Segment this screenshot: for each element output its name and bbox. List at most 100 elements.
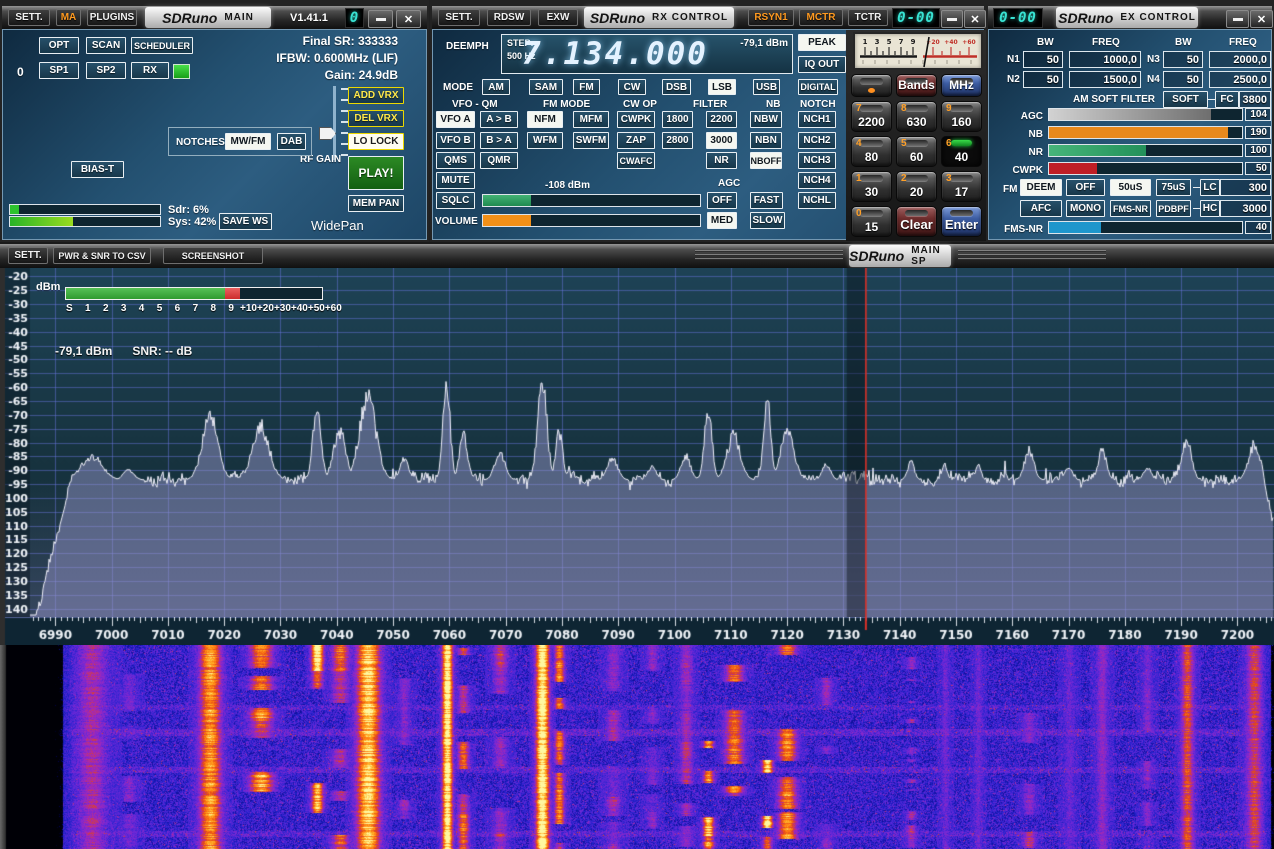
soft-button[interactable]: SOFT (1163, 91, 1208, 108)
vfo-b-button[interactable]: VFO B (436, 132, 475, 149)
frequency-display[interactable]: STEP: 500 Hz 7.134.000 -79,1 dBm (501, 34, 793, 74)
mode-usb-button[interactable]: USB (753, 79, 780, 95)
wfm-button[interactable]: WFM (527, 132, 563, 149)
nch2-button[interactable]: NCH2 (798, 132, 836, 149)
rx-titlebar[interactable]: SETT. RDSW EXW SDRuno RX CONTROL RSYN1 M… (432, 6, 984, 29)
keypad-8-key[interactable]: 8630 (896, 101, 937, 132)
n4-bw-input[interactable]: 50 (1163, 71, 1203, 88)
sp1-button[interactable]: SP1 (39, 62, 79, 79)
rx-sett-button[interactable]: SETT. (438, 9, 480, 26)
nfm-button[interactable]: NFM (527, 111, 563, 128)
cwpk-slider[interactable] (1048, 162, 1243, 175)
keypad-4-key[interactable]: 480 (851, 136, 892, 167)
iq-out-button[interactable]: IQ OUT (798, 56, 846, 73)
deem-button[interactable]: DEEM (1020, 179, 1062, 196)
main-close-button[interactable]: ✕ (396, 10, 421, 28)
rx-minimize-button[interactable] (941, 10, 963, 28)
mfm-button[interactable]: MFM (573, 111, 609, 128)
nch1-button[interactable]: NCH1 (798, 111, 836, 128)
filter-2200-button[interactable]: 2200 (706, 111, 737, 128)
waterfall-canvas[interactable] (0, 645, 1274, 849)
mem-pan-button[interactable]: MEM PAN (348, 195, 404, 212)
n3-bw-input[interactable]: 50 (1163, 51, 1203, 68)
swfm-button[interactable]: SWFM (573, 132, 609, 149)
ex-titlebar[interactable]: 0-00 SDRuno EX CONTROL ✕ (988, 6, 1272, 29)
filter-2800-button[interactable]: 2800 (662, 132, 693, 149)
fm-off-button[interactable]: OFF (1066, 179, 1105, 196)
fms-nr-slider[interactable] (1048, 221, 1243, 234)
sp-sett-button[interactable]: SETT. (8, 247, 48, 264)
hc-button[interactable]: HC (1200, 200, 1220, 217)
scheduler-button[interactable]: SCHEDULER (131, 37, 193, 54)
spectrum-canvas[interactable] (0, 268, 1274, 617)
rdsw-button[interactable]: RDSW (487, 9, 531, 26)
ma-button[interactable]: MA (56, 9, 81, 26)
keypad-clear-key[interactable]: Clear (896, 206, 937, 237)
n2-freq-input[interactable]: 1500,0 (1069, 71, 1141, 88)
main-title-plate[interactable]: SDRuno MAIN (145, 7, 271, 28)
nb-slider[interactable] (1048, 126, 1243, 139)
vfo-a-button[interactable]: VFO A (436, 111, 475, 128)
mctr-button[interactable]: MCTR (799, 9, 843, 26)
agc-off-button[interactable]: OFF (707, 192, 737, 209)
agc-slider[interactable] (1048, 108, 1243, 121)
add-vrx-button[interactable]: ADD VRX (348, 87, 404, 104)
deemph-75us-button[interactable]: 75uS (1156, 179, 1191, 196)
sqlc-button[interactable]: SQLC (436, 192, 475, 209)
sp2-button[interactable]: SP2 (86, 62, 126, 79)
deemph-50us-button[interactable]: 50uS (1110, 179, 1151, 196)
mw-fm-notch-button[interactable]: MW/FM (225, 133, 271, 150)
keypad-enter-key[interactable]: Enter (941, 206, 982, 237)
scan-button[interactable]: SCAN (86, 37, 126, 54)
n2-bw-input[interactable]: 50 (1023, 71, 1063, 88)
save-ws-button[interactable]: SAVE WS (219, 213, 272, 230)
nch3-button[interactable]: NCH3 (798, 152, 836, 169)
right-grip[interactable] (958, 250, 1106, 261)
sp-titlebar[interactable]: SETT. PWR & SNR TO CSV SCREENSHOT SDRuno… (0, 244, 1274, 268)
rx-close-button[interactable]: ✕ (964, 10, 986, 28)
rsyn1-button[interactable]: RSYN1 (748, 9, 794, 26)
agc-med-button[interactable]: MED (707, 212, 737, 229)
qmr-button[interactable]: QMR (480, 152, 518, 169)
rx-title-plate[interactable]: SDRuno RX CONTROL (584, 7, 734, 28)
keypad-decimal-key[interactable] (851, 74, 892, 97)
a-to-b-button[interactable]: A > B (480, 111, 518, 128)
mode-cw-button[interactable]: CW (618, 79, 646, 95)
keypad-1-key[interactable]: 130 (851, 171, 892, 202)
main-titlebar[interactable]: SETT. MA PLUGINS SDRuno MAIN V1.41.1 0 ✕ (2, 6, 427, 29)
keypad-mhz-key[interactable]: MHz (941, 74, 982, 97)
opt-button[interactable]: OPT (39, 37, 79, 54)
pdbpf-button[interactable]: PDBPF (1156, 200, 1191, 217)
ex-close-button[interactable]: ✕ (1250, 10, 1273, 28)
agc-fast-button[interactable]: FAST (750, 192, 783, 209)
volume-slider[interactable] (482, 214, 701, 227)
bias-t-button[interactable]: BIAS-T (71, 161, 124, 178)
nchl-button[interactable]: NCHL (798, 192, 836, 209)
afc-button[interactable]: AFC (1020, 200, 1062, 217)
fc-button[interactable]: FC (1215, 91, 1239, 108)
nr-slider[interactable] (1048, 144, 1243, 157)
nch4-button[interactable]: NCH4 (798, 172, 836, 189)
n1-freq-input[interactable]: 1000,0 (1069, 51, 1141, 68)
exw-button[interactable]: EXW (538, 9, 578, 26)
keypad-3-key[interactable]: 317 (941, 171, 982, 202)
pwr-snr-csv-button[interactable]: PWR & SNR TO CSV (53, 247, 151, 264)
peak-button[interactable]: PEAK (798, 34, 846, 51)
rf-gain-slider-track[interactable] (333, 86, 336, 160)
tctr-button[interactable]: TCTR (848, 9, 888, 26)
keypad-2-key[interactable]: 220 (896, 171, 937, 202)
lc-value-input[interactable]: 300 (1220, 179, 1271, 196)
nr-button[interactable]: NR (706, 152, 737, 169)
filter-3000-button[interactable]: 3000 (706, 132, 737, 149)
keypad-5-key[interactable]: 560 (896, 136, 937, 167)
fms-nr-button[interactable]: FMS-NR (1110, 200, 1151, 217)
hc-value-input[interactable]: 3000 (1220, 200, 1271, 217)
filter-1800-button[interactable]: 1800 (662, 111, 693, 128)
keypad-0-key[interactable]: 015 (851, 206, 892, 237)
left-grip[interactable] (695, 250, 843, 261)
ex-minimize-button[interactable] (1226, 10, 1249, 28)
n1-bw-input[interactable]: 50 (1023, 51, 1063, 68)
b-to-a-button[interactable]: B > A (480, 132, 518, 149)
frequency-ruler-canvas[interactable] (0, 617, 1274, 645)
agc-slow-button[interactable]: SLOW (750, 212, 785, 229)
